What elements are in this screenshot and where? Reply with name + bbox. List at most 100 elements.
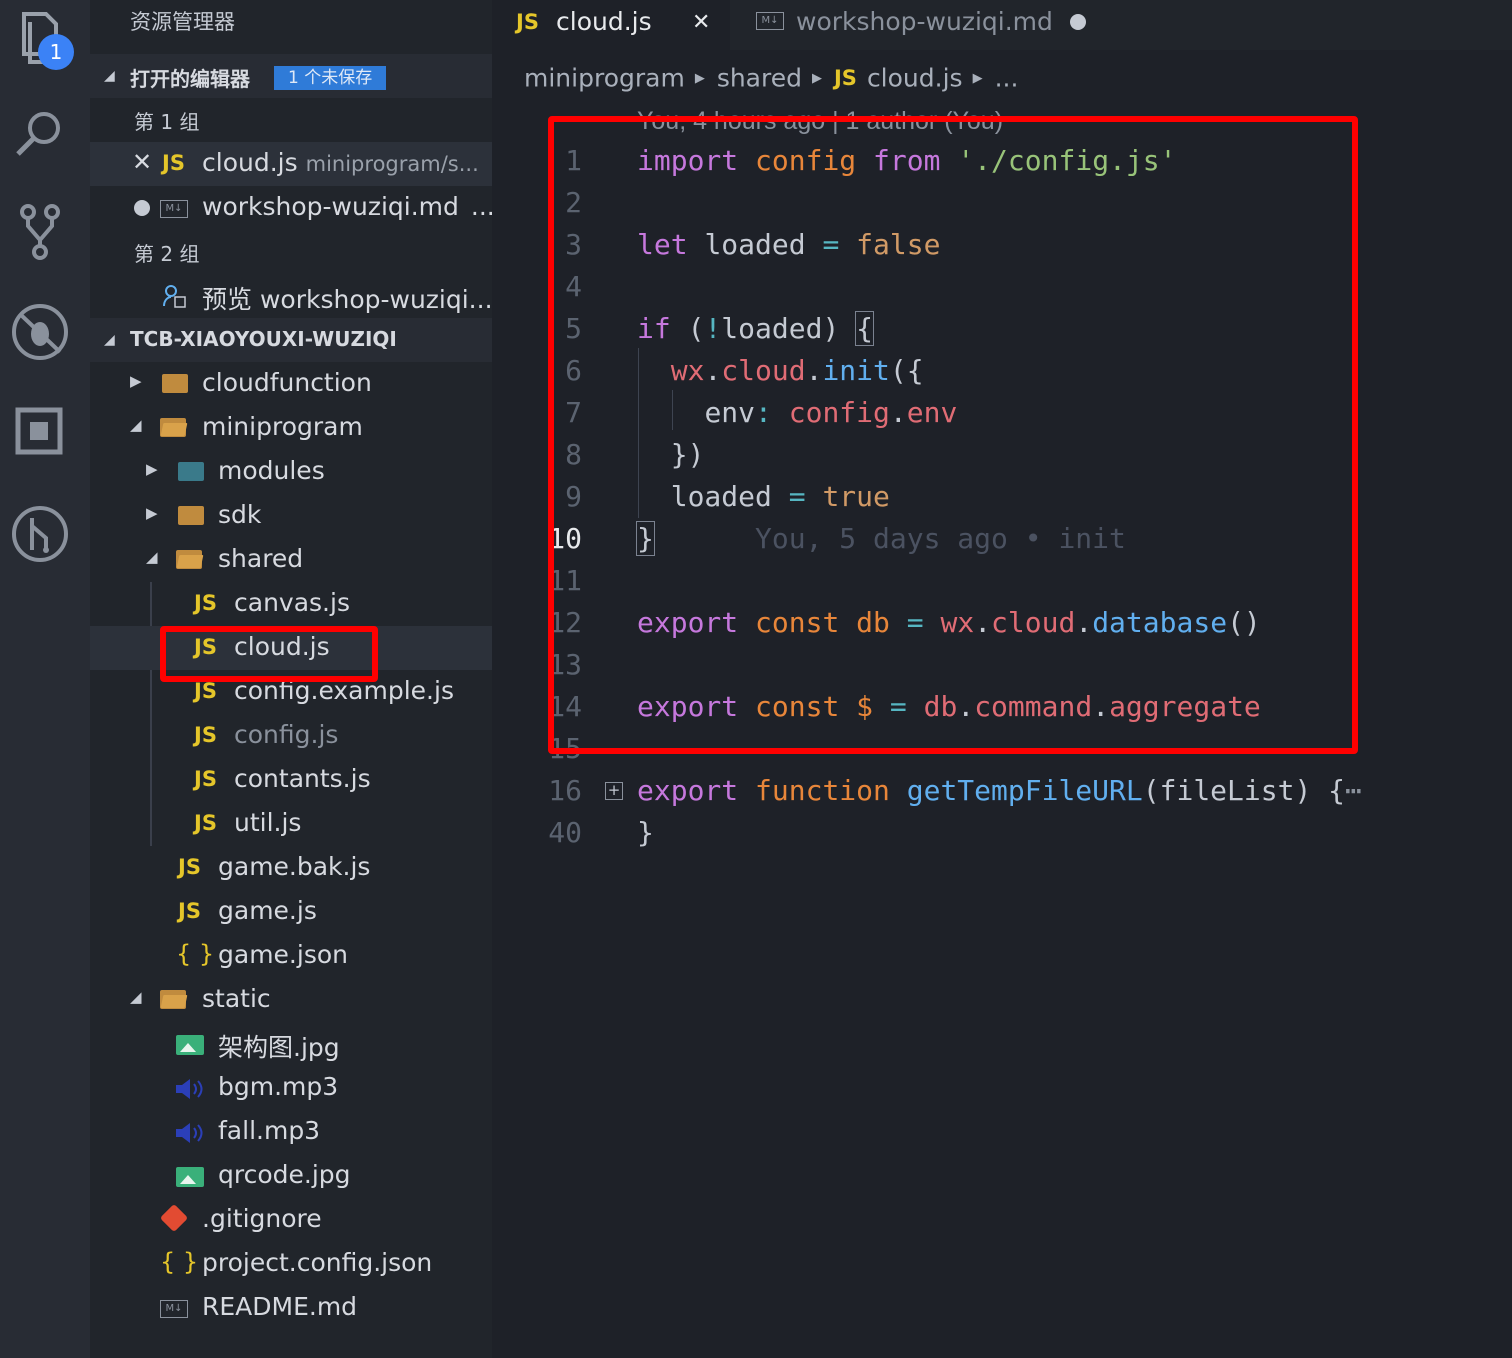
tree-file-util-js[interactable]: JS util.js: [90, 802, 492, 846]
line-number: 16: [548, 774, 582, 807]
tree-folder-cloudfunction[interactable]: ▶ cloudfunction: [90, 362, 492, 406]
tree-item-label: config.js: [234, 720, 339, 749]
js-file-icon: JS: [194, 591, 217, 615]
collapse-triangle-icon: ◢: [104, 332, 115, 348]
js-file-icon: JS: [516, 10, 539, 34]
tab-cloud-js[interactable]: JS cloud.js ✕: [492, 0, 730, 50]
js-file-icon: JS: [178, 855, 201, 879]
open-editor-workshop-md[interactable]: M↓ workshop-wuziqi.md...: [90, 186, 492, 230]
project-header[interactable]: ◢ TCB-XIAOYOUXI-WUZIQI: [90, 318, 492, 362]
tree-item-label: modules: [218, 456, 325, 485]
caret-down-icon: ◢: [130, 988, 142, 1006]
tree-file-project-config-json[interactable]: { } project.config.json: [90, 1242, 492, 1286]
js-file-icon: JS: [194, 679, 217, 703]
line-number: 6: [565, 354, 582, 387]
markdown-file-icon: M↓: [160, 200, 188, 218]
extensions-icon[interactable]: [10, 402, 70, 462]
tree-file-config-js[interactable]: JS config.js: [90, 714, 492, 758]
close-icon[interactable]: ✕: [132, 148, 152, 176]
tree-file-config-example-js[interactable]: JS config.example.js: [90, 670, 492, 714]
open-editor-name: cloud.js: [202, 148, 298, 177]
line-number: 7: [565, 396, 582, 429]
modules-folder-icon: [178, 462, 204, 481]
editor-group-2-label: 第 2 组: [134, 242, 200, 266]
tree-folder-modules[interactable]: ▶ modules: [90, 450, 492, 494]
line-number: 15: [548, 732, 582, 765]
tree-folder-sdk[interactable]: ▶ sdk: [90, 494, 492, 538]
tree-item-label: cloud.js: [234, 632, 330, 661]
tree-file-architecture-jpg[interactable]: 架构图.jpg: [90, 1022, 492, 1066]
source-control-icon[interactable]: [10, 202, 70, 262]
tree-file-bgm-mp3[interactable]: bgm.mp3: [90, 1066, 492, 1110]
tree-file-contants-js[interactable]: JS contants.js: [90, 758, 492, 802]
codelens-authors[interactable]: You, 4 hours ago | 1 author (You): [637, 108, 1003, 134]
tree-item-label: util.js: [234, 808, 302, 837]
tree-item-label: miniprogram: [202, 412, 363, 441]
line-number: 12: [548, 606, 582, 639]
git-graph-icon[interactable]: [10, 504, 70, 564]
line-number: 40: [548, 816, 582, 849]
open-editor-name: workshop-wuziqi.md: [202, 192, 459, 221]
tree-item-label: qrcode.jpg: [218, 1160, 351, 1189]
preview-icon: [163, 285, 186, 308]
git-blame-annotation: You, 5 days ago • init: [755, 522, 1126, 555]
tree-file-readme-md[interactable]: M↓ README.md: [90, 1286, 492, 1330]
debug-icon[interactable]: [10, 302, 70, 362]
tree-file-fall-mp3[interactable]: fall.mp3: [90, 1110, 492, 1154]
breadcrumb-item[interactable]: ...: [995, 64, 1019, 93]
tab-close-icon[interactable]: ✕: [692, 10, 710, 35]
breadcrumb-item[interactable]: miniprogram: [524, 64, 685, 93]
breadcrumb-item[interactable]: cloud.js: [867, 64, 963, 93]
caret-down-icon: ◢: [130, 416, 142, 434]
unsaved-dot-icon[interactable]: [134, 200, 150, 216]
tree-file-game-json[interactable]: { } game.json: [90, 934, 492, 978]
search-icon[interactable]: [10, 104, 70, 164]
tree-folder-miniprogram[interactable]: ◢ miniprogram: [90, 406, 492, 450]
caret-right-icon: ▶: [146, 460, 158, 478]
open-editor-preview[interactable]: 预览 workshop-wuziqi...: [90, 274, 492, 318]
tree-file-game-js[interactable]: JS game.js: [90, 890, 492, 934]
tab-workshop-md[interactable]: M↓ workshop-wuziqi.md: [732, 0, 1104, 50]
editor-group-1-label: 第 1 组: [134, 110, 200, 134]
open-editor-cloud-js[interactable]: ✕ JS cloud.js miniprogram/s...: [90, 142, 492, 186]
markdown-file-icon: M↓: [160, 1300, 188, 1318]
line-number: 10: [548, 522, 582, 555]
tree-item-label: static: [202, 984, 271, 1013]
open-editor-path: ...: [470, 192, 492, 221]
caret-right-icon: ▶: [130, 372, 142, 390]
markdown-file-icon: M↓: [756, 12, 784, 30]
open-editors-header[interactable]: ◢ 打开的编辑器 1 个未保存: [90, 54, 492, 98]
line-number: 13: [548, 648, 582, 681]
line-number: 14: [548, 690, 582, 723]
chevron-right-icon: ▶: [694, 70, 705, 86]
js-file-icon: JS: [178, 899, 201, 923]
tree-item-label: game.json: [218, 940, 348, 969]
tree-item-label: canvas.js: [234, 588, 350, 617]
folder-icon: [178, 506, 204, 525]
caret-down-icon: ◢: [146, 548, 158, 566]
tree-file-canvas-js[interactable]: JS canvas.js: [90, 582, 492, 626]
sidebar-title: 资源管理器: [130, 10, 235, 34]
open-editors-label: 打开的编辑器: [130, 67, 250, 91]
tree-file-qrcode-jpg[interactable]: qrcode.jpg: [90, 1154, 492, 1198]
code-editor[interactable]: You, 4 hours ago | 1 author (You) 1 impor…: [492, 100, 1512, 900]
tree-item-label: .gitignore: [202, 1204, 322, 1233]
tree-file-gitignore[interactable]: .gitignore: [90, 1198, 492, 1242]
tree-folder-static[interactable]: ◢ static: [90, 978, 492, 1022]
open-editor-path: miniprogram/s...: [305, 152, 479, 176]
folder-icon: [162, 374, 188, 393]
tree-item-label: contants.js: [234, 764, 371, 793]
tree-file-cloud-js[interactable]: JS cloud.js: [90, 626, 492, 670]
image-file-icon: [176, 1035, 204, 1055]
breadcrumb-item[interactable]: shared: [717, 64, 802, 93]
json-file-icon: { }: [160, 1248, 199, 1276]
chevron-right-icon: ▶: [811, 70, 822, 86]
explorer-badge: 1: [38, 34, 74, 70]
tab-label: cloud.js: [556, 7, 652, 36]
tree-file-game-bak-js[interactable]: JS game.bak.js: [90, 846, 492, 890]
unsaved-dot-icon[interactable]: [1070, 14, 1086, 30]
tree-item-label: game.js: [218, 896, 317, 925]
tree-item-label: shared: [218, 544, 304, 573]
tree-folder-shared[interactable]: ◢ shared: [90, 538, 492, 582]
fold-expand-icon[interactable]: +: [605, 782, 623, 800]
